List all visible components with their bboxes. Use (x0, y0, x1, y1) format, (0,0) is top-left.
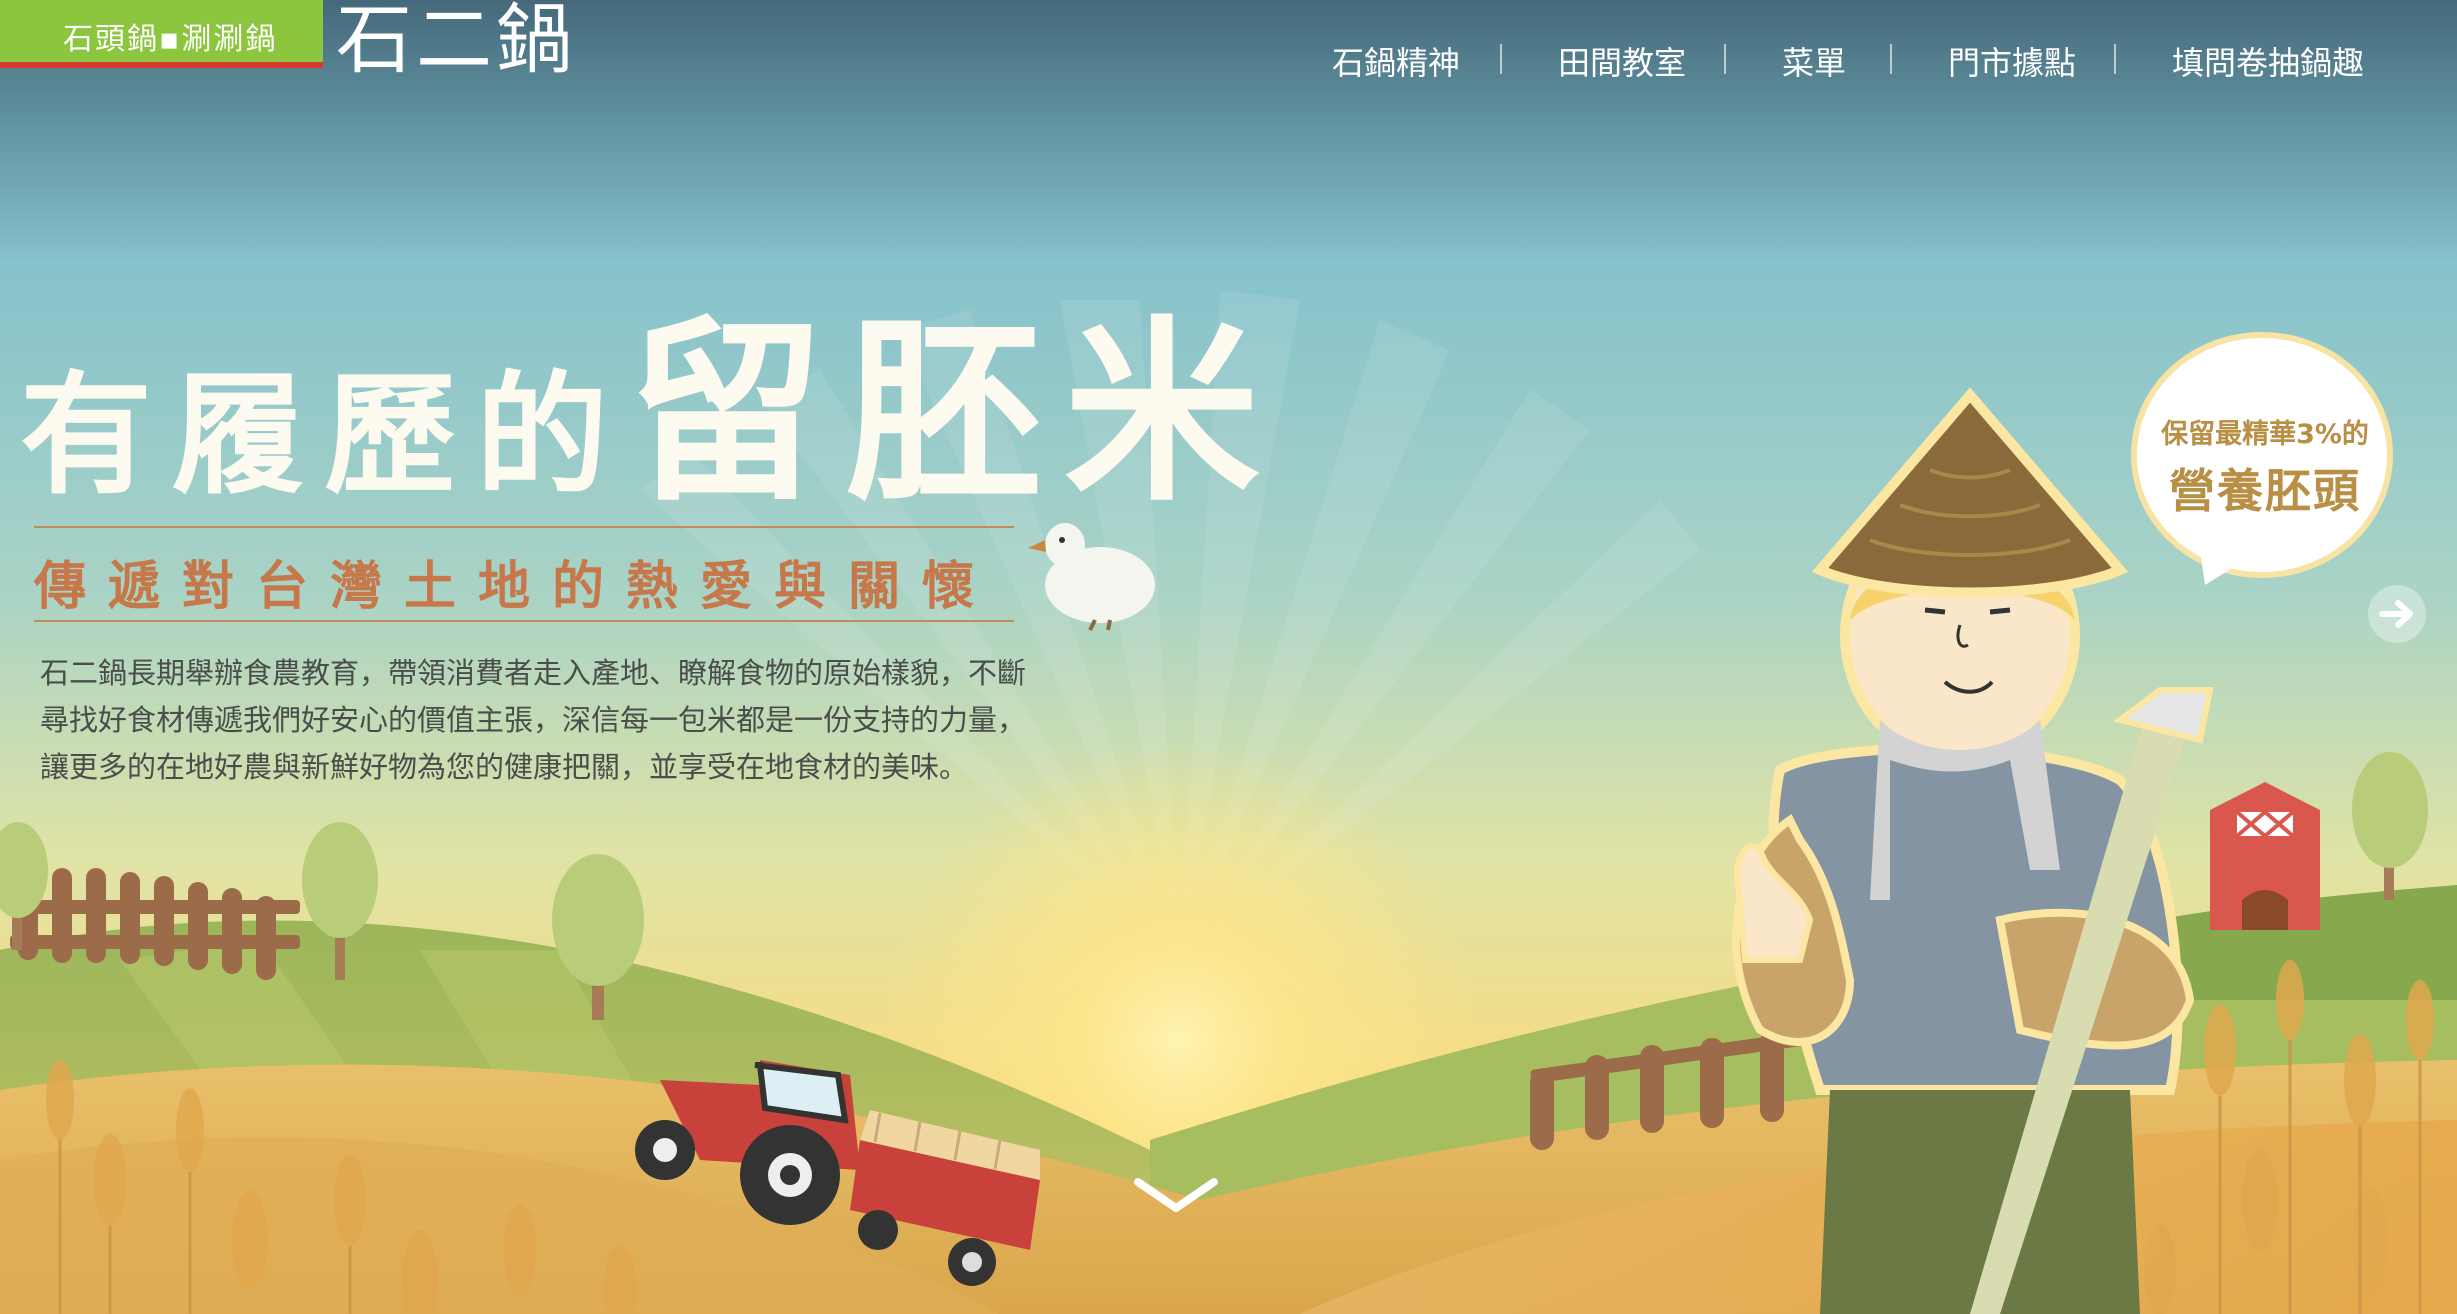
nav-separator (1890, 44, 1892, 74)
logo-tagline-text: 石頭鍋▪涮涮鍋 (63, 22, 278, 57)
nav-item-menu[interactable]: 菜單 (1782, 38, 1846, 84)
nav-separator (2114, 44, 2116, 74)
hero-description: 石二鍋長期舉辦食農教育，帶領消費者走入產地、瞭解食物的原始樣貌，不斷 尋找好食材… (40, 650, 1100, 791)
hero-subtitle-text: 傳遞對台灣土地的熱愛與關懷 (34, 557, 997, 617)
hero-subtitle: 傳遞對台灣土地的熱愛與關懷 (34, 526, 1014, 622)
speech-bubble-text: 保留最精華3%的 營養胚頭 (2140, 412, 2390, 521)
nav-item-survey-lottery[interactable]: 填問卷抽鍋趣 (2172, 38, 2364, 84)
main-nav: 石鍋精神 田間教室 菜單 門市據點 填問卷抽鍋趣 (1300, 0, 2420, 115)
nav-item-store-locations[interactable]: 門市據點 (1948, 38, 2076, 84)
bubble-caption: 保留最精華3%的 (2161, 419, 2369, 450)
description-line: 石二鍋長期舉辦食農教育，帶領消費者走入產地、瞭解食物的原始樣貌，不斷 (40, 656, 1027, 690)
nav-item-field-classroom[interactable]: 田間教室 (1558, 38, 1686, 84)
bubble-highlight: 營養胚頭 (2169, 464, 2361, 518)
headline-highlight: 留胚米 (628, 300, 1283, 528)
hero-headline: 有履歷的留胚米 (20, 255, 1282, 538)
logo-tagline[interactable]: 石頭鍋▪涮涮鍋 (0, 0, 323, 68)
description-line: 讓更多的在地好農與新鮮好物為您的健康把關，並享受在地食材的美味。 (40, 750, 969, 784)
arrow-right-circle-icon[interactable] (2366, 583, 2428, 645)
nav-separator (1724, 44, 1726, 74)
nav-separator (1500, 44, 1502, 74)
chevron-down-icon[interactable] (1130, 1170, 1222, 1220)
barn (2210, 782, 2320, 930)
site-header: 石頭鍋▪涮涮鍋 石二鍋 石鍋精神 田間教室 菜單 門市據點 填問卷抽鍋趣 (0, 0, 2457, 84)
logo-wordmark[interactable]: 石二鍋 (336, 0, 576, 88)
description-line: 尋找好食材傳遞我們好安心的價值主張，深信每一包米都是一份支持的力量， (40, 703, 1027, 737)
nav-item-stone-pot-spirit[interactable]: 石鍋精神 (1332, 38, 1460, 84)
headline-prefix: 有履歷的 (20, 359, 628, 513)
